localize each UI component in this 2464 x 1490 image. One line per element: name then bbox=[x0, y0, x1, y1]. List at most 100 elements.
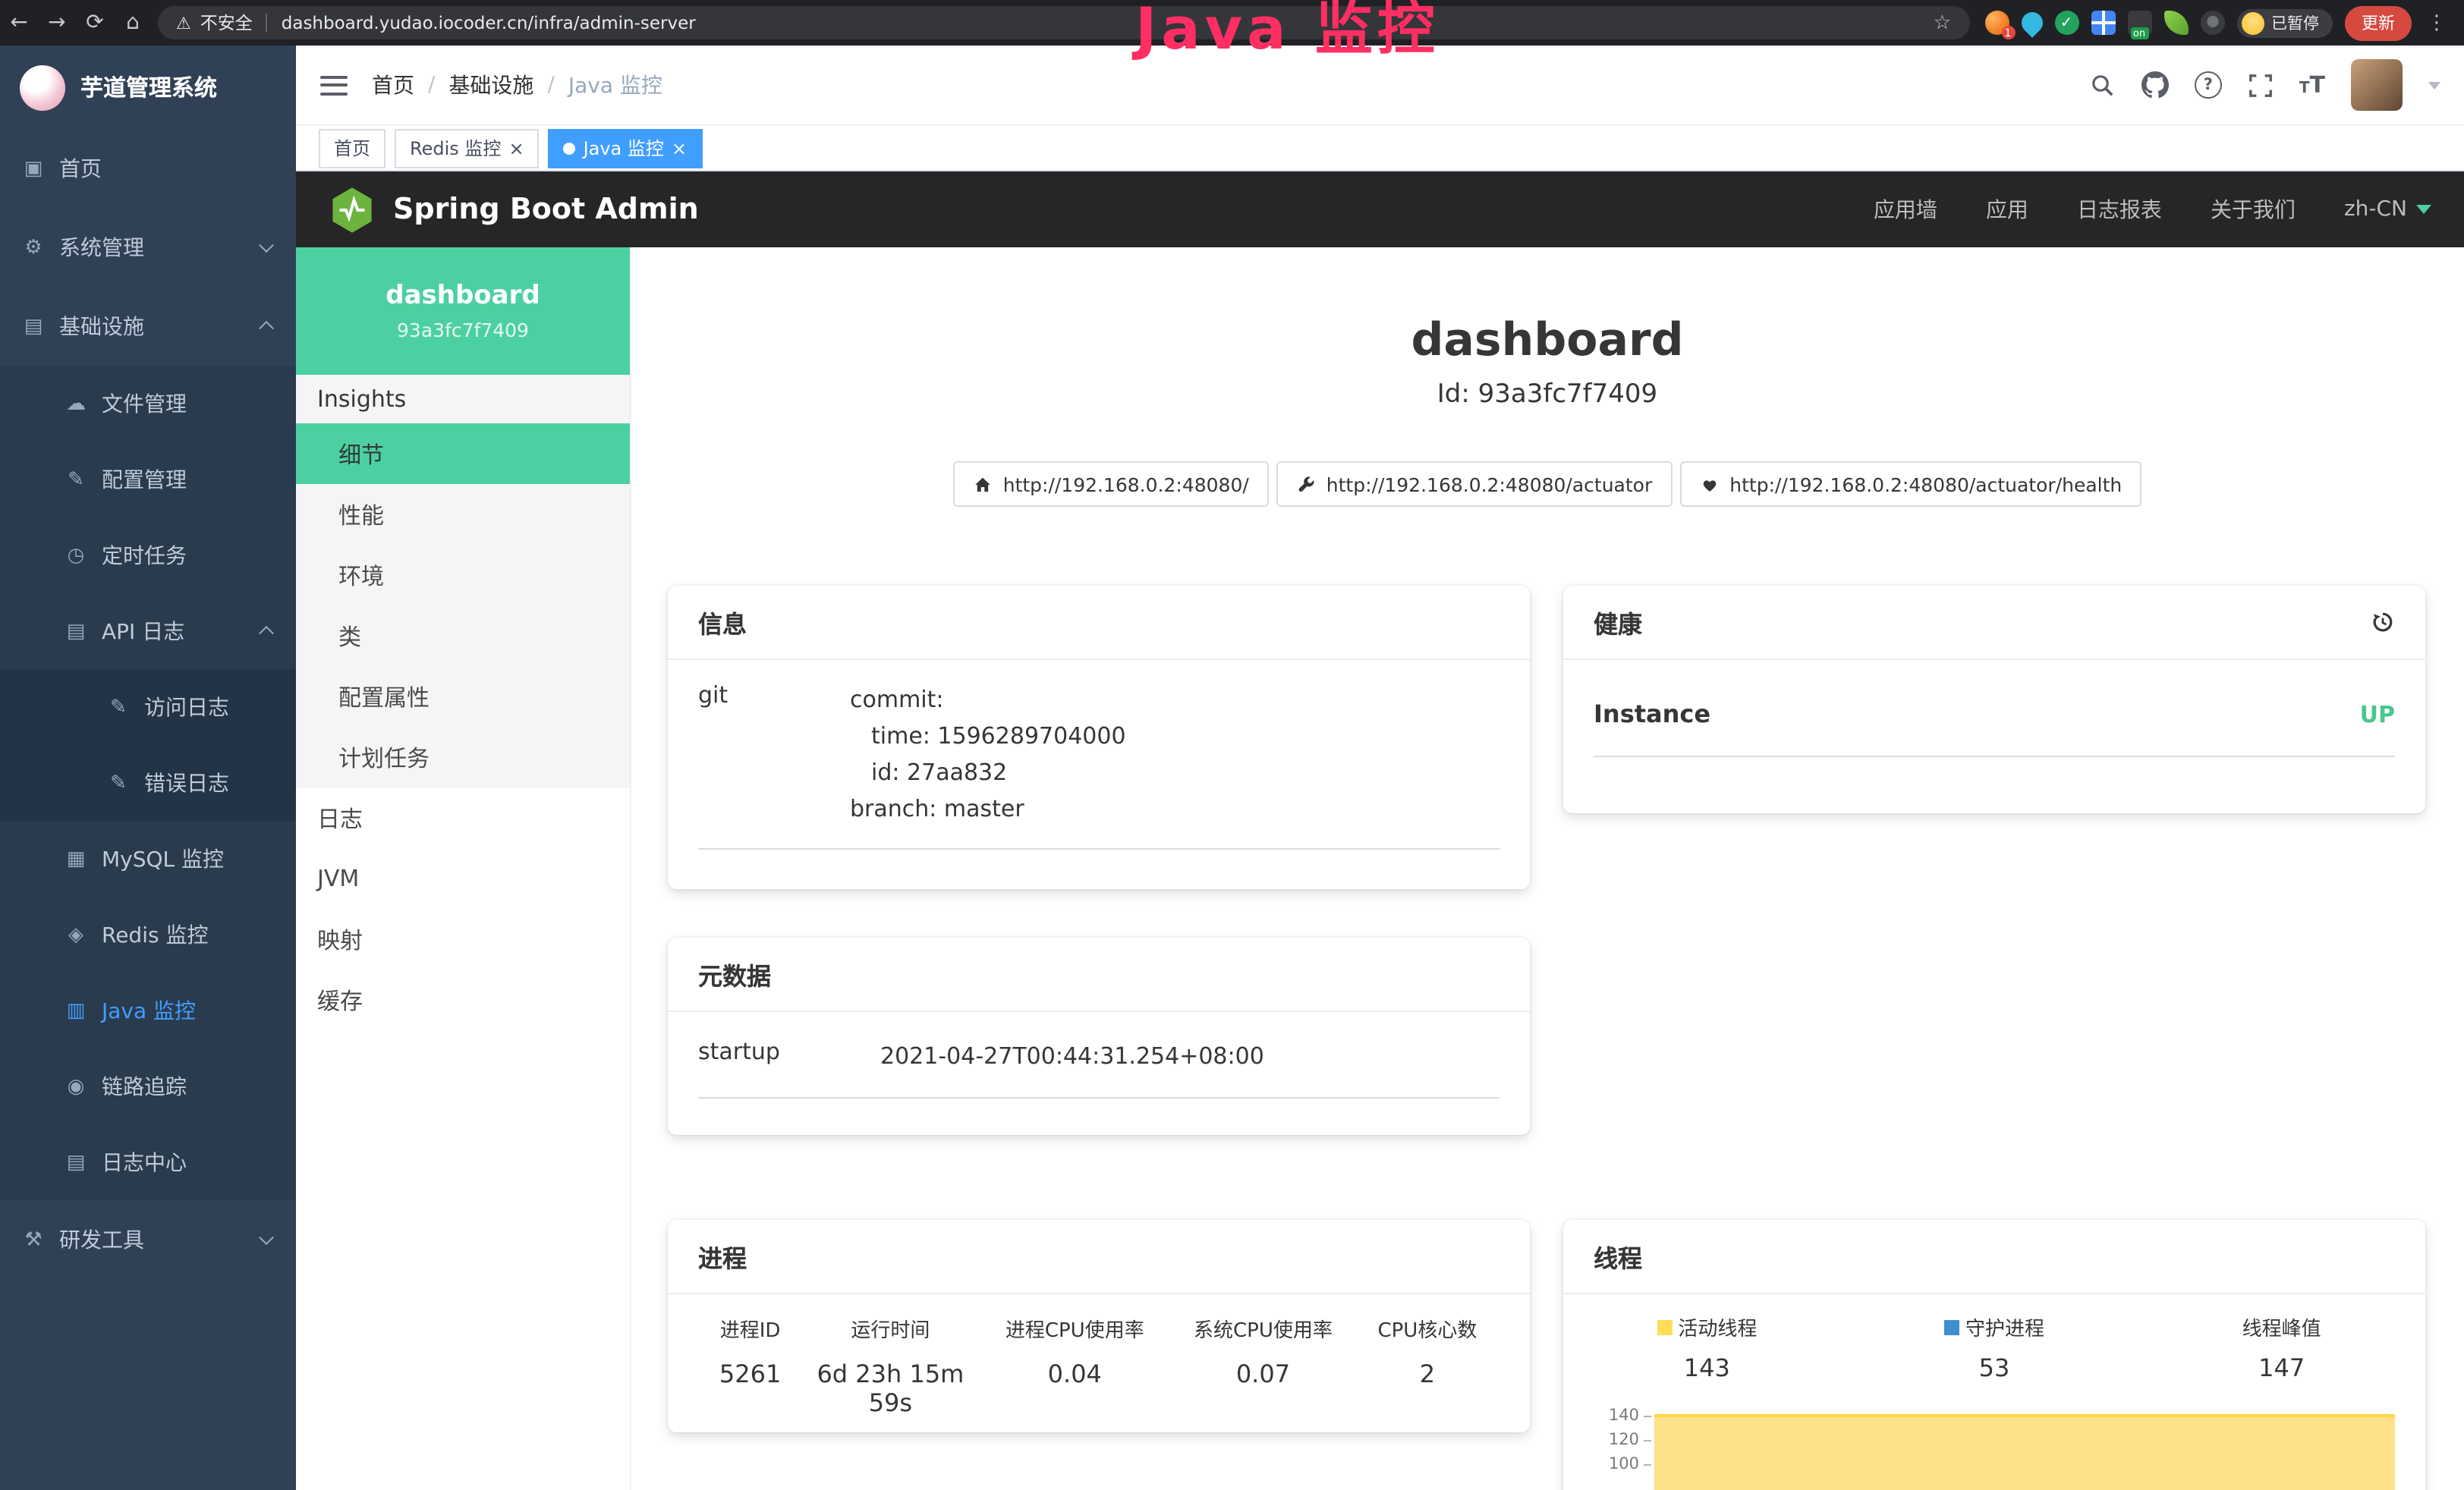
extension-icon-4[interactable] bbox=[2091, 11, 2115, 35]
reload-icon[interactable]: ⟳ bbox=[76, 11, 114, 35]
tab-label: Redis 监控 bbox=[410, 135, 501, 161]
tab-home[interactable]: 首页 bbox=[319, 128, 385, 168]
security-label[interactable]: 不安全 bbox=[200, 11, 253, 35]
on-badge: on bbox=[2130, 27, 2148, 39]
clock-icon: ◷ bbox=[64, 544, 88, 567]
menu-item-error-logs[interactable]: ✎ 错误日志 bbox=[0, 745, 296, 821]
fullscreen-icon[interactable] bbox=[2248, 72, 2274, 98]
endpoint-link-root[interactable]: http://192.168.0.2:48080/ bbox=[953, 461, 1269, 507]
endpoint-links: http://192.168.0.2:48080/ http://192.168… bbox=[630, 461, 2464, 507]
text-size-icon[interactable]: TT bbox=[2299, 74, 2325, 96]
sidebar-item-caches[interactable]: 缓存 bbox=[296, 970, 630, 1030]
address-bar[interactable]: ⚠ 不安全 dashboard.yudao.iocoder.cn/infra/a… bbox=[158, 6, 1969, 39]
close-icon[interactable]: × bbox=[508, 139, 524, 157]
menu-item-infrastructure[interactable]: ▤ 基础设施 bbox=[0, 287, 296, 366]
sidebar-item-jvm[interactable]: JVM bbox=[296, 848, 630, 909]
menu-item-java-monitor[interactable]: ▥ Java 监控 bbox=[0, 973, 296, 1048]
chevron-up-icon bbox=[259, 321, 274, 336]
extension-icon-5[interactable]: on bbox=[2127, 11, 2151, 35]
threads-legend: 活动线程 守护进程 线程峰值 bbox=[1563, 1312, 2425, 1341]
search-icon[interactable] bbox=[2090, 72, 2116, 98]
menu-item-api-logs[interactable]: ▤ API 日志 bbox=[0, 593, 296, 669]
legend-peak-threads: 线程峰值 bbox=[2138, 1312, 2425, 1341]
close-icon[interactable]: × bbox=[672, 139, 687, 157]
menu-item-system-management[interactable]: ⚙ 系统管理 bbox=[0, 208, 296, 287]
menu-item-tracing[interactable]: ◉ 链路追踪 bbox=[0, 1048, 296, 1124]
sidebar-toggle-icon[interactable] bbox=[320, 75, 348, 95]
menu-item-redis-monitor[interactable]: ◈ Redis 监控 bbox=[0, 897, 296, 973]
metadata-key-startup: startup bbox=[698, 1038, 880, 1074]
sidebar-item-mappings[interactable]: 映射 bbox=[296, 909, 630, 970]
profile-chip[interactable]: 已暂停 bbox=[2236, 8, 2333, 37]
history-icon[interactable] bbox=[2371, 610, 2395, 634]
cards-grid: 信息 git commit: time: 1596289704000 id: 2… bbox=[630, 586, 2464, 1490]
breadcrumb-home[interactable]: 首页 bbox=[372, 70, 414, 100]
update-button[interactable]: 更新 bbox=[2345, 5, 2412, 40]
tab-java-monitor[interactable]: Java 监控 × bbox=[549, 128, 702, 168]
sba-locale-select[interactable]: zh-CN bbox=[2344, 197, 2431, 222]
bookmark-star-icon[interactable]: ☆ bbox=[1934, 11, 1951, 34]
sidebar-section-insights: Insights bbox=[296, 375, 630, 423]
sba-nav-journal[interactable]: 日志报表 bbox=[2077, 194, 2162, 225]
admin-sidebar: 芋道管理系统 ▣ 首页 ⚙ 系统管理 ▤ 基础设施 ☁ 文件管理 ✎ bbox=[0, 46, 296, 1490]
extension-icon-6[interactable] bbox=[2163, 11, 2188, 35]
sba-brand[interactable]: Spring Boot Admin bbox=[329, 184, 699, 234]
chevron-up-icon bbox=[259, 626, 274, 641]
menu-item-dev-tools[interactable]: ⚒ 研发工具 bbox=[0, 1200, 296, 1279]
menu-item-home[interactable]: ▣ 首页 bbox=[0, 129, 296, 208]
sidebar-item-scheduled-tasks[interactable]: 计划任务 bbox=[296, 727, 630, 787]
browser-home-icon[interactable]: ⌂ bbox=[114, 11, 152, 35]
sidebar-item-logs[interactable]: 日志 bbox=[296, 787, 630, 848]
back-icon[interactable]: ← bbox=[0, 11, 38, 35]
endpoint-link-health[interactable]: http://192.168.0.2:48080/actuator/health bbox=[1679, 461, 2141, 507]
extension-icon-7[interactable] bbox=[2200, 11, 2224, 35]
menu-item-file-management[interactable]: ☁ 文件管理 bbox=[0, 366, 296, 442]
app-brand[interactable]: 芋道管理系统 bbox=[0, 46, 296, 129]
help-icon[interactable]: ? bbox=[2195, 71, 2222, 99]
menu-label: API 日志 bbox=[102, 616, 184, 646]
user-avatar[interactable] bbox=[2351, 59, 2403, 111]
locale-label: zh-CN bbox=[2344, 197, 2407, 222]
cpu-cores-value: 2 bbox=[1355, 1360, 1499, 1417]
url-text[interactable]: dashboard.yudao.iocoder.cn/infra/admin-s… bbox=[282, 12, 1912, 33]
threads-card: 线程 活动线程 守护进程 线程峰值 bbox=[1563, 1220, 2425, 1490]
instance-header[interactable]: dashboard 93a3fc7f7409 bbox=[296, 247, 630, 375]
breadcrumb-separator: / bbox=[428, 73, 435, 97]
sidebar-item-config-props[interactable]: 配置属性 bbox=[296, 666, 630, 727]
menu-item-scheduled-tasks[interactable]: ◷ 定时任务 bbox=[0, 517, 296, 593]
menu-item-log-center[interactable]: ▤ 日志中心 bbox=[0, 1124, 296, 1200]
endpoint-link-actuator[interactable]: http://192.168.0.2:48080/actuator bbox=[1276, 461, 1672, 507]
menu-label: 文件管理 bbox=[102, 388, 187, 419]
process-card-title: 进程 bbox=[698, 1238, 747, 1275]
sidebar-item-environment[interactable]: 环境 bbox=[296, 545, 630, 605]
tab-label: Java 监控 bbox=[584, 135, 664, 161]
sba-nav-applications[interactable]: 应用 bbox=[1986, 194, 2028, 225]
github-icon[interactable] bbox=[2141, 71, 2169, 99]
info-key-git: git bbox=[698, 681, 850, 827]
system-cpu-value: 0.07 bbox=[1171, 1360, 1355, 1417]
sba-nav-wallboard[interactable]: 应用墙 bbox=[1874, 194, 1937, 225]
extension-icon-3[interactable]: ✓ bbox=[2054, 11, 2079, 35]
menu-item-config-management[interactable]: ✎ 配置管理 bbox=[0, 442, 296, 517]
extension-icon-2[interactable] bbox=[2016, 8, 2047, 38]
menu-label: 研发工具 bbox=[59, 1224, 144, 1255]
browser-menu-icon[interactable]: ⋮ bbox=[2427, 11, 2447, 34]
sidebar-item-performance[interactable]: 性能 bbox=[296, 484, 630, 545]
menu-label: 首页 bbox=[59, 153, 102, 184]
breadcrumb-infrastructure[interactable]: 基础设施 bbox=[448, 70, 533, 100]
process-table-header: 进程ID 运行时间 进程CPU使用率 系统CPU使用率 CPU核心数 bbox=[668, 1314, 1530, 1343]
peak-threads-value: 147 bbox=[2138, 1353, 2425, 1382]
insights-section: Insights 细节 性能 环境 类 配置属性 计划任务 bbox=[296, 375, 630, 787]
sba-nav-about[interactable]: 关于我们 bbox=[2211, 194, 2296, 225]
avatar-caret-icon[interactable] bbox=[2428, 81, 2440, 89]
menu-item-mysql-monitor[interactable]: ▦ MySQL 监控 bbox=[0, 821, 296, 897]
tab-redis-monitor[interactable]: Redis 监控 × bbox=[395, 128, 540, 168]
sidebar-item-classes[interactable]: 类 bbox=[296, 605, 630, 666]
extension-icon-1[interactable]: 1 bbox=[1984, 11, 2009, 35]
metadata-value-startup: 2021-04-27T00:44:31.254+08:00 bbox=[880, 1038, 1264, 1074]
menu-label: Java 监控 bbox=[102, 995, 196, 1026]
mysql-icon: ▦ bbox=[64, 847, 88, 870]
sidebar-item-details[interactable]: 细节 bbox=[296, 423, 630, 484]
menu-item-access-logs[interactable]: ✎ 访问日志 bbox=[0, 669, 296, 745]
forward-icon[interactable]: → bbox=[38, 11, 76, 35]
